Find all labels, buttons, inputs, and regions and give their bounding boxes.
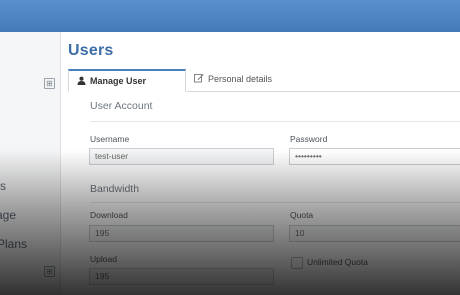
sidebar-item-usage[interactable]: age [0, 208, 16, 222]
quota-label: Quota [290, 210, 314, 220]
expand-icon[interactable]: ⊞ [44, 78, 55, 89]
edit-icon [194, 70, 204, 90]
unlimited-quota-checkbox[interactable] [291, 257, 303, 269]
password-label: Password [290, 134, 328, 144]
username-label: Username [90, 134, 130, 144]
unlimited-quota-label: Unlimited Quota [307, 257, 368, 267]
user-icon [77, 72, 86, 92]
upload-label: Upload [90, 254, 117, 264]
main-content: Users Manage User Personal details User … [61, 32, 460, 295]
tab-manage-user[interactable]: Manage User [68, 69, 186, 92]
section-user-account: User Account [90, 100, 153, 112]
divider [90, 121, 460, 122]
username-field[interactable]: test-user [89, 148, 274, 165]
download-field[interactable]: 195 [89, 225, 274, 242]
sidebar-item-plans[interactable]: Plans [0, 237, 27, 251]
download-label: Download [90, 210, 128, 220]
quota-field[interactable]: 10 [289, 225, 460, 242]
sidebar: ⊞ s age Plans ⊞ [0, 32, 61, 295]
tab-personal-details[interactable]: Personal details [186, 69, 346, 90]
tab-label: Personal details [208, 74, 273, 84]
sidebar-item-users[interactable]: s [0, 179, 6, 193]
tab-label: Manage User [90, 76, 147, 86]
page-title: Users [68, 42, 114, 59]
expand-icon[interactable]: ⊞ [44, 266, 55, 277]
tab-bar: Manage User Personal details [68, 69, 460, 92]
top-header-bar [0, 0, 460, 32]
upload-field[interactable]: 195 [89, 268, 274, 285]
password-field[interactable]: ••••••••• [289, 148, 460, 165]
divider [90, 202, 460, 203]
section-bandwidth: Bandwidth [90, 183, 140, 195]
